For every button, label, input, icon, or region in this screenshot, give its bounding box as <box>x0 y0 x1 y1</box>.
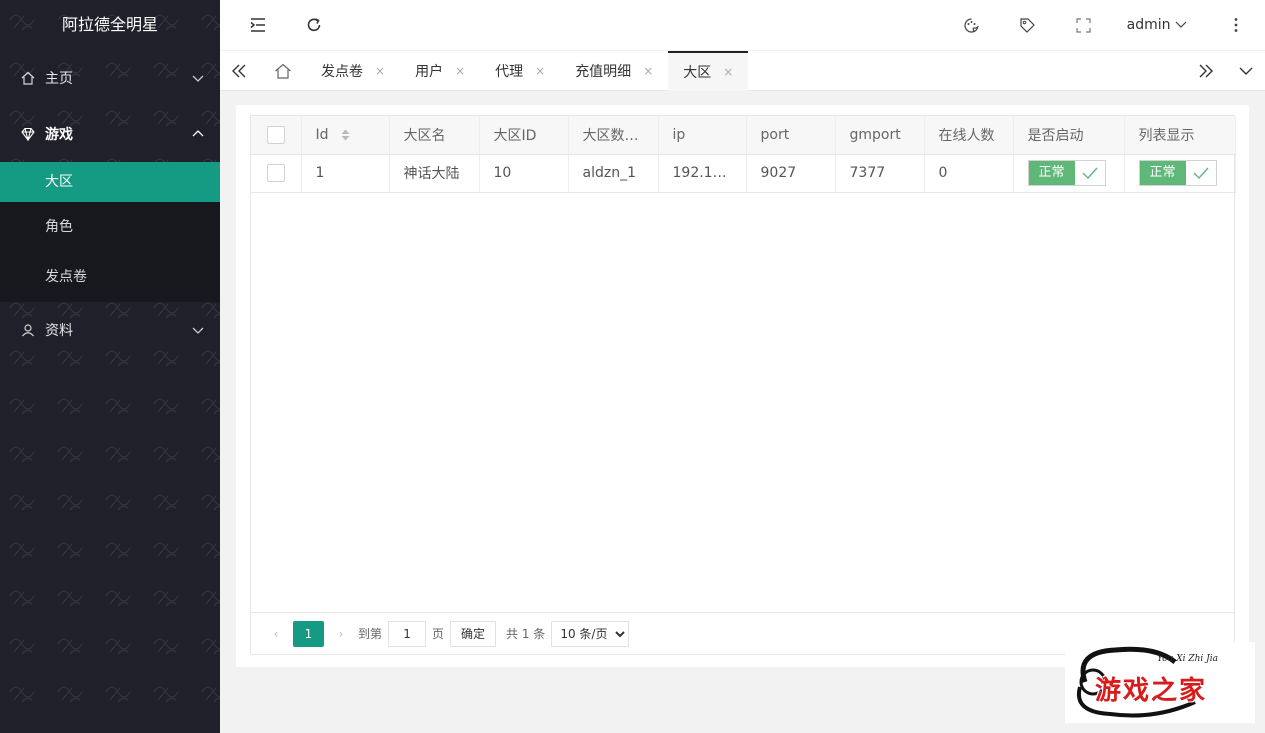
close-icon[interactable]: × <box>643 64 653 78</box>
tab-label: 大区 <box>683 65 712 81</box>
tab-zone[interactable]: 大区 × <box>668 51 749 91</box>
col-header: 大区ID <box>479 116 569 155</box>
tab-label: 用户 <box>415 64 444 80</box>
check-icon <box>1185 161 1216 185</box>
username: admin <box>1126 17 1171 33</box>
logo-text: 游戏之家 <box>1095 676 1208 706</box>
submenu-item-zone[interactable]: 大区 <box>0 162 220 202</box>
menu-item-data[interactable]: 资料 <box>0 302 220 358</box>
chevron-down-icon <box>192 327 204 334</box>
user-icon <box>20 322 36 338</box>
col-header: ip <box>658 116 747 155</box>
zone-table: Id 大区名 大区ID 大区数… ip port gmport 在线人数 是否启… <box>250 115 1236 655</box>
cell-ip: 192.16… <box>658 154 747 193</box>
tab-agents[interactable]: 代理 × <box>480 51 560 91</box>
tab-points[interactable]: 发点卷 × <box>306 51 400 91</box>
close-icon[interactable]: × <box>375 64 385 78</box>
submenu-game: 大区 角色 发点卷 <box>0 162 220 302</box>
tab-label: 发点卷 <box>321 64 363 80</box>
site-logo: You Xi Zhi Jia 游戏之家 <box>1065 642 1255 723</box>
chevron-down-icon <box>1175 21 1187 28</box>
submenu-item-role[interactable]: 角色 <box>0 202 220 252</box>
col-header: port <box>746 116 836 155</box>
switch-label: 正常 <box>1028 161 1075 185</box>
cell-db: aldzn_1 <box>568 154 659 193</box>
menu-item-label: 游戏 <box>45 127 73 143</box>
content-card: Id 大区名 大区ID 大区数… ip port gmport 在线人数 是否启… <box>236 105 1249 667</box>
menu-item-label: 资料 <box>45 323 73 339</box>
tab-home[interactable] <box>260 51 306 91</box>
refresh-icon[interactable] <box>300 0 328 50</box>
close-icon[interactable]: × <box>455 64 465 78</box>
page-size-select[interactable]: 10 条/页 <box>551 620 630 647</box>
table-header-row: Id 大区名 大区ID 大区数… ip port gmport 在线人数 是否启… <box>251 116 1236 155</box>
diamond-icon <box>20 126 36 142</box>
tab-label: 代理 <box>495 64 524 80</box>
cell-zone-id: 10 <box>479 154 569 193</box>
listed-switch[interactable]: 正常 <box>1138 160 1217 186</box>
col-header: 在线人数 <box>924 116 1014 155</box>
cell-name: 神话大陆 <box>389 154 480 193</box>
total-count: 共 1 条 <box>506 627 546 641</box>
menu-item-game[interactable]: 游戏 <box>0 106 220 162</box>
col-header: 是否启动 <box>1013 116 1125 155</box>
cell-id: 1 <box>301 154 390 193</box>
next-page-icon[interactable]: › <box>330 627 352 641</box>
chevron-up-icon <box>192 130 204 137</box>
select-all-checkbox[interactable] <box>266 125 285 144</box>
page-tabs: 发点卷 × 用户 × 代理 × 充值明细 × 大区 × <box>220 50 1265 91</box>
menu-item-label: 主页 <box>45 71 73 87</box>
col-header: 大区数… <box>568 116 659 155</box>
check-icon <box>1074 161 1105 185</box>
tab-recharge[interactable]: 充值明细 × <box>560 51 668 91</box>
collapse-menu-icon[interactable] <box>244 0 272 50</box>
menu-item-home[interactable]: 主页 <box>0 50 220 106</box>
sort-icon[interactable] <box>341 129 350 141</box>
switch-label: 正常 <box>1139 161 1186 185</box>
sidebar: 阿拉德全明星 主页 游戏 大区 角色 发点卷 资料 <box>0 0 220 733</box>
fullscreen-icon[interactable] <box>1070 0 1096 50</box>
submenu-item-points[interactable]: 发点卷 <box>0 252 220 302</box>
home-icon <box>20 70 36 86</box>
col-header: gmport <box>835 116 925 155</box>
close-icon[interactable]: × <box>535 64 545 78</box>
tab-users[interactable]: 用户 × <box>400 51 480 91</box>
more-vertical-icon[interactable] <box>1224 0 1248 50</box>
close-icon[interactable]: × <box>723 65 733 79</box>
goto-confirm-button[interactable]: 确定 <box>450 620 497 647</box>
cell-port: 9027 <box>746 154 836 193</box>
page-unit-label: 页 <box>432 627 445 641</box>
prev-page-icon[interactable]: ‹ <box>265 627 287 641</box>
col-header: 列表显示 <box>1124 116 1236 155</box>
cell-gmport: 7377 <box>835 154 925 193</box>
chevron-down-icon <box>192 75 204 82</box>
row-checkbox[interactable] <box>266 164 285 182</box>
goto-page-input[interactable] <box>388 620 427 647</box>
table-row[interactable]: 1 神话大陆 10 aldzn_1 192.16… 9027 7377 0 正常 <box>251 154 1236 193</box>
theme-palette-icon[interactable] <box>958 0 984 50</box>
home-icon <box>275 63 291 79</box>
tab-scroll-right-icon[interactable] <box>1187 51 1225 91</box>
tag-icon[interactable] <box>1014 0 1040 50</box>
page-current[interactable]: 1 <box>293 620 324 647</box>
goto-label: 到第 <box>358 627 383 641</box>
top-header: admin <box>220 0 1265 50</box>
user-menu[interactable]: admin <box>1127 0 1187 50</box>
side-menu: 主页 游戏 大区 角色 发点卷 资料 <box>0 50 220 358</box>
tab-scroll-left-icon[interactable] <box>220 51 258 91</box>
logo-subtitle: You Xi Zhi Jia <box>1157 654 1219 664</box>
tab-menu-chevron-down-icon[interactable] <box>1227 51 1265 91</box>
tab-strip: 发点卷 × 用户 × 代理 × 充值明细 × 大区 × <box>260 51 749 91</box>
cell-online: 0 <box>924 154 1014 193</box>
col-header: 大区名 <box>389 116 480 155</box>
col-header[interactable]: Id <box>301 116 390 155</box>
enabled-switch[interactable]: 正常 <box>1027 160 1106 186</box>
app-title: 阿拉德全明星 <box>61 15 158 34</box>
tab-label: 充值明细 <box>575 64 632 80</box>
